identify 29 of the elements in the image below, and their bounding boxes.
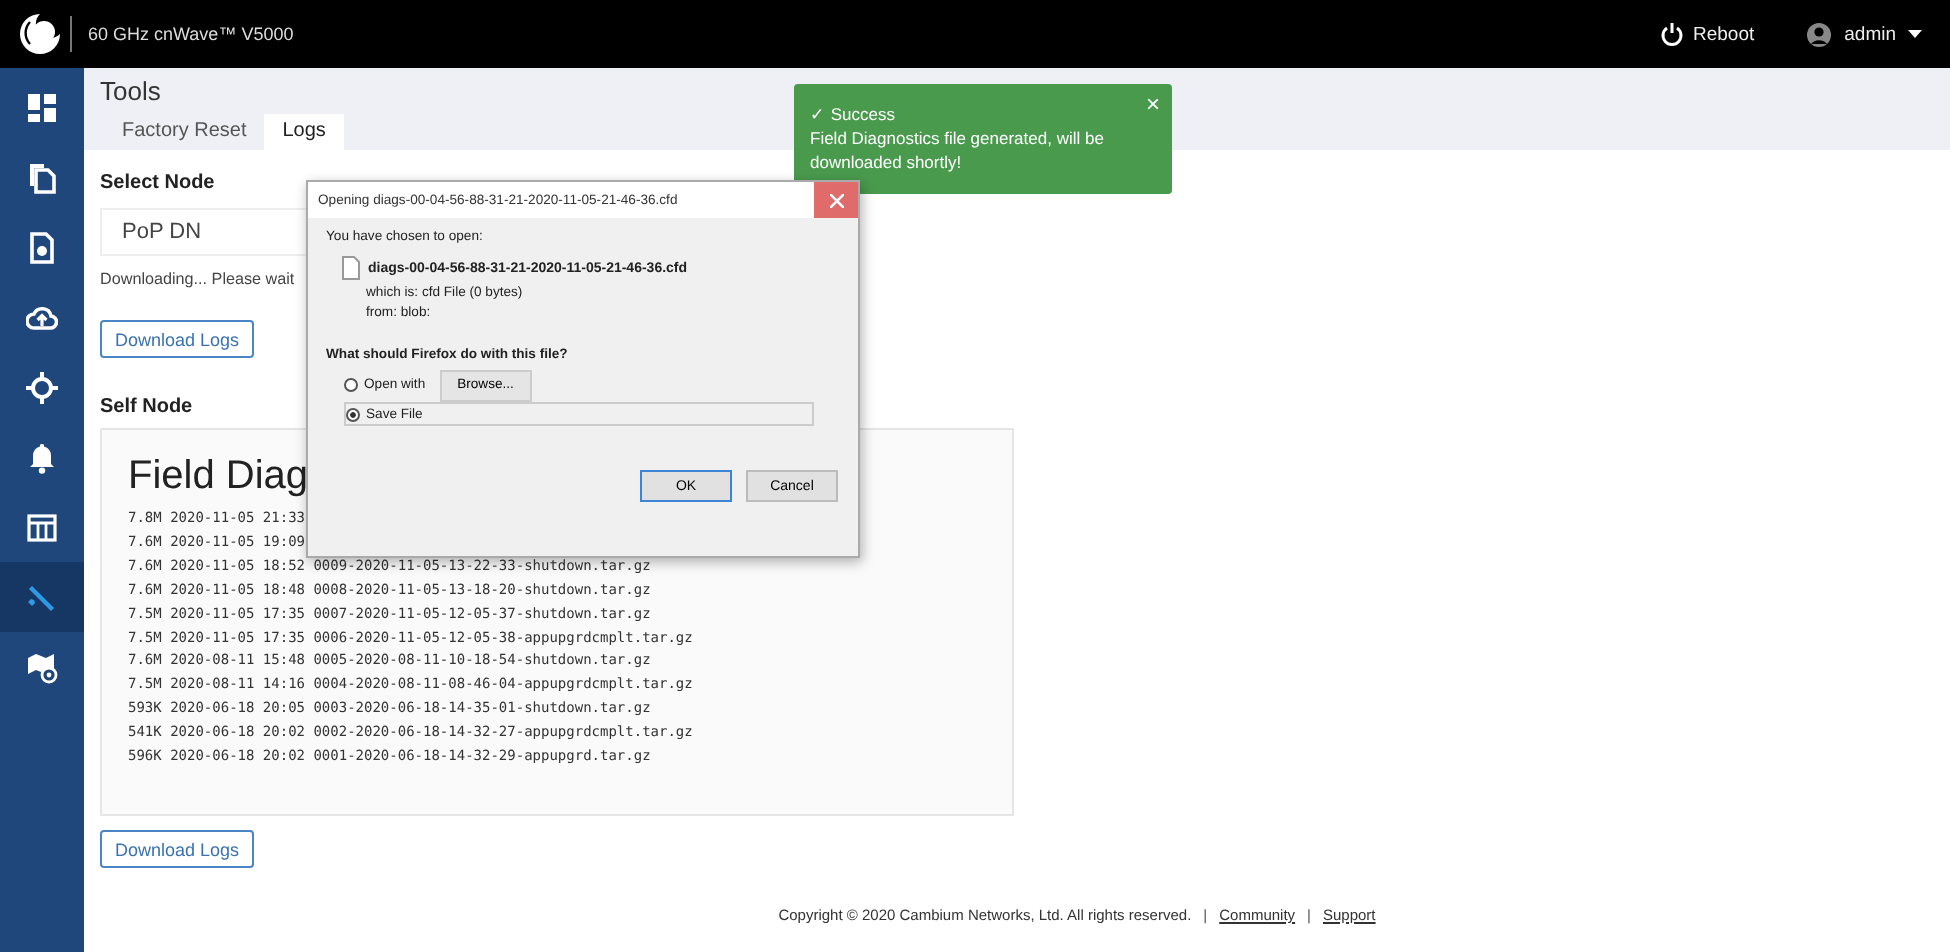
sidebar-item[interactable] — [0, 562, 84, 632]
reboot-button[interactable]: Reboot — [1660, 22, 1755, 46]
copy-icon — [26, 161, 58, 193]
app-title: 60 GHz cnWave™ V5000 — [88, 24, 294, 44]
download-logs-button[interactable]: Download Logs — [100, 320, 254, 358]
dashboard-icon — [26, 91, 58, 123]
power-icon — [1660, 22, 1685, 46]
user-icon — [1806, 21, 1833, 47]
tab[interactable]: Logs — [264, 114, 344, 150]
table-icon — [26, 511, 58, 543]
file-icon — [342, 256, 360, 280]
page-title: Tools — [100, 76, 161, 106]
caret-icon — [1908, 30, 1922, 38]
map-gear-icon — [26, 651, 58, 683]
section-label: Self Node — [100, 396, 193, 418]
logo-icon — [18, 12, 62, 56]
close-button[interactable] — [814, 182, 858, 218]
panel-heading: Field Diag — [128, 454, 309, 500]
close-icon — [829, 193, 843, 207]
toast-message: Field Diagnostics file generated, will be downloaded shortly! — [810, 126, 1106, 174]
status-text: Downloading... Please wait — [100, 270, 295, 288]
download-logs-button[interactable]: Download Logs — [100, 830, 254, 868]
bell-icon — [26, 441, 58, 473]
crosshair-icon — [26, 371, 58, 403]
user-menu[interactable]: admin — [1806, 21, 1922, 47]
cloud-upload-icon — [26, 301, 58, 333]
tab[interactable]: Factory Reset — [104, 114, 265, 150]
section-label: Select Node — [100, 172, 215, 194]
toast-title: ✓ Success — [810, 102, 895, 126]
